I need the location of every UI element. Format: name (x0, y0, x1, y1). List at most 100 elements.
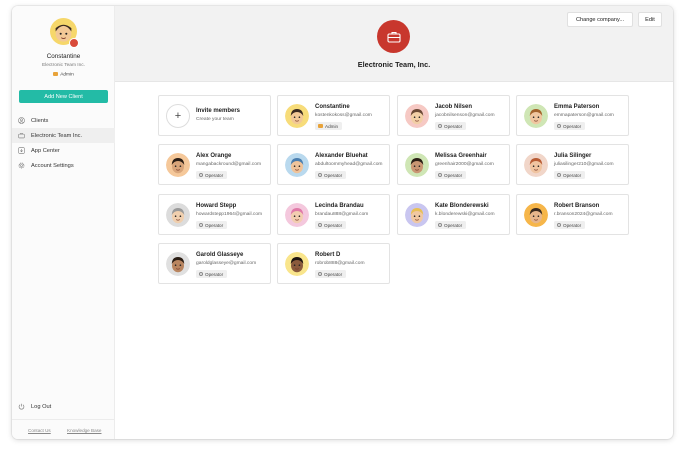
user-icon (557, 173, 561, 177)
user-role: Admin (12, 72, 115, 77)
crown-icon (53, 72, 59, 76)
sidebar-item-app-center[interactable]: App Center (12, 143, 115, 158)
member-role-label: Operator (205, 172, 224, 178)
briefcase-icon (386, 31, 401, 43)
member-role-badge: Operator (196, 221, 228, 229)
user-company: Electronic Team Inc. (41, 63, 86, 68)
user-icon (557, 124, 561, 128)
member-email: kostenkokoss@gmail.com (315, 113, 372, 118)
member-role-badge: Operator (315, 221, 347, 229)
member-email: jacobnilsenson@gmail.com (435, 113, 495, 118)
member-name: Kate Blonderewski (435, 203, 489, 209)
sidebar-nav: Clients Electronic Team Inc. App Center … (12, 113, 115, 173)
member-avatar (285, 104, 309, 128)
member-role-label: Admin (325, 123, 339, 129)
member-role-badge: Operator (554, 171, 586, 179)
member-avatar (166, 153, 190, 177)
member-email: robrob888@gmail.com (315, 261, 365, 266)
member-avatar (166, 252, 190, 276)
edit-button[interactable]: Edit (638, 12, 662, 27)
power-icon (18, 403, 25, 410)
member-role-badge: Operator (315, 171, 347, 179)
member-email: greenhair2000@gmail.com (435, 162, 494, 167)
sidebar-item-label: App Center (31, 147, 60, 154)
member-card[interactable]: Jacob Nilsen jacobnilsenson@gmail.com Oper… (397, 95, 510, 136)
member-role-label: Operator (444, 172, 463, 178)
member-name: Alexander Bluehat (315, 153, 368, 159)
member-card[interactable]: Garold Glasseye garoldglasseye@gmail.com O… (158, 243, 271, 284)
user-icon (318, 173, 322, 177)
member-email: r.branson2024@gmail.com (554, 212, 613, 217)
member-name: Constantine (315, 104, 350, 110)
member-email: k.blonderewski@gmail.com (435, 212, 495, 217)
sidebar-item-label: Account Settings (31, 162, 74, 169)
member-role-label: Operator (324, 222, 343, 228)
user-icon (199, 173, 203, 177)
member-role-label: Operator (205, 271, 224, 277)
invite-members-card[interactable]: + Invite members Create your team (158, 95, 271, 136)
member-name: Robert D (315, 252, 341, 258)
member-email: juliasilinger210@gmail.com (554, 162, 614, 167)
member-role-label: Operator (563, 222, 582, 228)
member-name: Garold Glasseye (196, 252, 244, 258)
member-name: Melissa Greenhair (435, 153, 487, 159)
member-role-label: Operator (444, 222, 463, 228)
sidebar-item-clients[interactable]: Clients (12, 113, 115, 128)
member-role-badge: Operator (435, 221, 467, 229)
member-email: mangabackround@gmail.com (196, 162, 262, 167)
member-role-badge: Operator (315, 270, 347, 278)
member-avatar (524, 153, 548, 177)
member-avatar (285, 203, 309, 227)
member-name: Jacob Nilsen (435, 104, 473, 110)
member-card[interactable]: Howard Stepp howardstepp1964@gmail.com Ope… (158, 194, 271, 235)
member-role-label: Operator (324, 172, 343, 178)
member-card[interactable]: Melissa Greenhair greenhair2000@gmail.com… (397, 144, 510, 185)
member-name: Howard Stepp (196, 203, 237, 209)
add-new-client-button[interactable]: Add New Client (19, 90, 108, 103)
sidebar-item-account-settings[interactable]: Account Settings (12, 158, 115, 173)
app-window: Constantine Electronic Team Inc. Admin A… (12, 6, 673, 439)
member-card[interactable]: Emma Paterson emmapaterson@gmail.com Opera… (516, 95, 629, 136)
member-role-badge: Admin (315, 122, 343, 130)
member-email: brandau888@gmail.com (315, 212, 369, 217)
member-name: Emma Paterson (554, 104, 600, 110)
invite-subtitle: Create your team (196, 117, 234, 122)
member-email: garoldglasseye@gmail.com (196, 261, 257, 266)
change-company-button[interactable]: Change company... (567, 12, 633, 27)
member-avatar (405, 203, 429, 227)
member-role-label: Operator (444, 123, 463, 129)
sidebar-item-label: Clients (31, 117, 49, 124)
user-icon (318, 223, 322, 227)
member-card[interactable]: Kate Blonderewski k.blonderewski@gmail.co… (397, 194, 510, 235)
member-name: Julia Silinger (554, 153, 592, 159)
download-icon (18, 147, 25, 154)
sidebar-footer: Contact Us Knowledge Base (12, 419, 115, 439)
member-card[interactable]: Lecinda Brandau brandau888@gmail.com Opera… (277, 194, 390, 235)
member-card[interactable]: Robert Branson r.branson2024@gmail.com Ope… (516, 194, 629, 235)
logout-button[interactable]: Log Out (18, 403, 51, 410)
company-title: Electronic Team, Inc. (357, 60, 431, 69)
member-name: Lecinda Brandau (315, 203, 364, 209)
member-avatar (285, 252, 309, 276)
member-card[interactable]: Julia Silinger juliasilinger210@gmail.com… (516, 144, 629, 185)
contact-us-link[interactable]: Contact Us (28, 428, 51, 433)
member-role-badge: Operator (196, 270, 228, 278)
member-avatar (166, 203, 190, 227)
member-card[interactable]: Alexander Bluehat abdultoommyhead@gmail.c… (277, 144, 390, 185)
user-icon (438, 124, 442, 128)
member-avatar (405, 104, 429, 128)
knowledge-base-link[interactable]: Knowledge Base (67, 428, 101, 433)
user-icon (557, 223, 561, 227)
sidebar-item-company[interactable]: Electronic Team Inc. (12, 128, 115, 143)
company-logo (377, 20, 410, 53)
user-icon (199, 223, 203, 227)
member-avatar (524, 203, 548, 227)
member-card[interactable]: Constantine kostenkokoss@gmail.com Admin (277, 95, 390, 136)
member-card[interactable]: Alex Orange mangabackround@gmail.com Opera… (158, 144, 271, 185)
user-role-label: Admin (60, 72, 74, 78)
member-email: emmapaterson@gmail.com (554, 113, 614, 118)
member-avatar (524, 104, 548, 128)
user-circle-icon (18, 117, 25, 124)
notification-badge (69, 38, 79, 48)
member-card[interactable]: Robert D robrob888@gmail.com Operator (277, 243, 390, 284)
